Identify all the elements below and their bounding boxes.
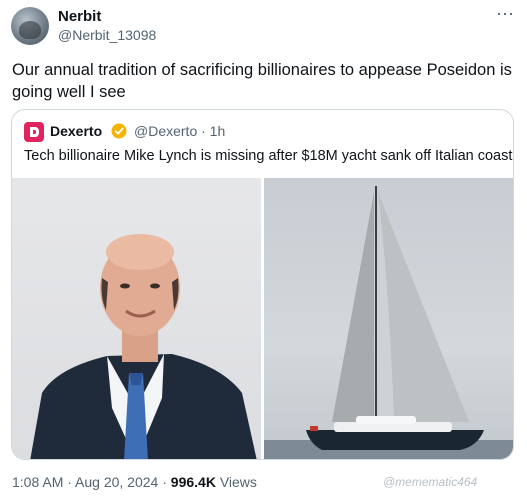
watermark: @memematic464 — [383, 475, 478, 489]
tweet-timestamp[interactable]: 1:08 AM · Aug 20, 2024 · — [12, 474, 171, 490]
verified-badge-icon — [111, 123, 127, 139]
view-count: 996.4K — [170, 474, 216, 490]
tweet-footer: 1:08 AM · Aug 20, 2024 · 996.4K Views — [12, 474, 257, 490]
views-label: Views — [215, 474, 257, 490]
quote-handle-time: @Dexerto · 1h — [134, 123, 226, 139]
dexerto-logo-icon — [24, 122, 44, 142]
author-avatar[interactable] — [11, 7, 49, 45]
quoted-tweet[interactable]: Dexerto @Dexerto · 1h Tech billionaire M… — [11, 109, 514, 460]
author-display-name[interactable]: Nerbit — [58, 8, 101, 25]
more-dots-icon[interactable]: ⋯ — [496, 4, 515, 25]
quote-text: Tech billionaire Mike Lynch is missing a… — [24, 148, 513, 164]
portrait-photo[interactable] — [12, 178, 261, 459]
yacht-photo[interactable] — [264, 178, 513, 459]
quote-author-name[interactable]: Dexerto — [50, 123, 102, 139]
author-handle[interactable]: @Nerbit_13098 — [58, 27, 156, 43]
tweet-text: Our annual tradition of sacrificing bill… — [12, 61, 512, 101]
